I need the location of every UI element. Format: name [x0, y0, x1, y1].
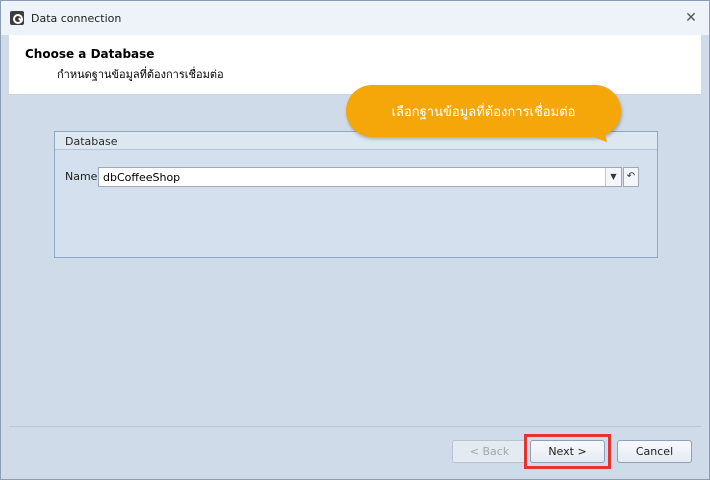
back-button[interactable]: < Back	[452, 440, 527, 463]
footer-divider	[9, 426, 701, 427]
chevron-down-icon[interactable]: ▼	[605, 168, 621, 186]
database-name-value: dbCoffeeShop	[103, 171, 181, 184]
close-icon[interactable]: ✕	[683, 10, 699, 26]
callout-text: เลือกฐานข้อมูลที่ต้องการเชื่อมต่อ	[391, 105, 576, 120]
undo-icon[interactable]: ↶	[623, 167, 639, 187]
database-group-title: Database	[65, 135, 118, 148]
title-bar: Data connection ✕	[1, 1, 709, 35]
database-group: Database Name dbCoffeeShop ▼ ↶	[54, 131, 658, 258]
page-title: Choose a Database	[25, 47, 155, 61]
cancel-button[interactable]: Cancel	[617, 440, 692, 463]
window-title: Data connection	[31, 12, 122, 25]
app-settings-icon	[10, 11, 24, 25]
data-connection-window: Data connection ✕ Choose a Database กำหน…	[0, 0, 710, 480]
next-button-highlight	[524, 434, 611, 469]
page-subtitle: กำหนดฐานข้อมูลที่ต้องการเชื่อมต่อ	[57, 68, 224, 81]
database-name-combobox[interactable]: dbCoffeeShop ▼	[98, 167, 622, 187]
name-label: Name	[65, 170, 98, 183]
